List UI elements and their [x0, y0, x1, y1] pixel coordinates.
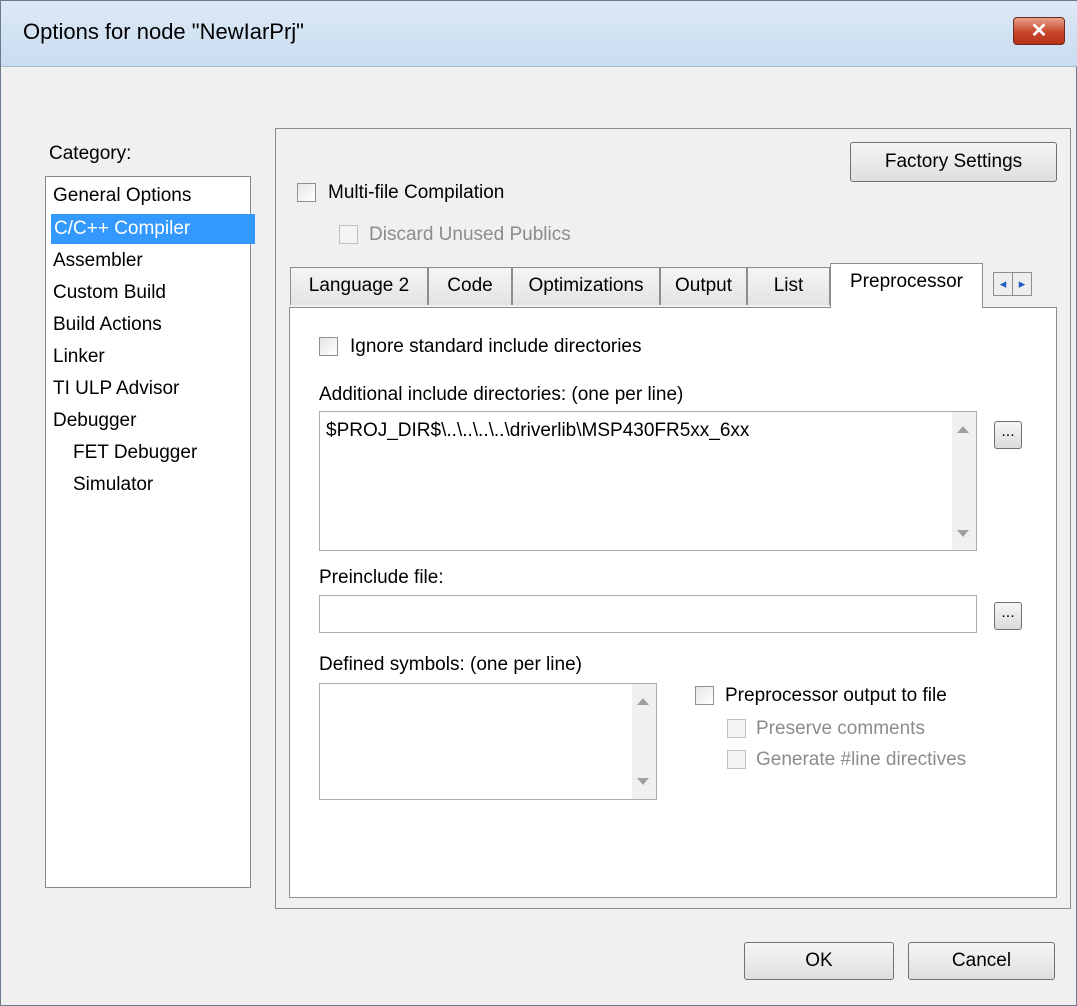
scroll-down-icon [637, 778, 649, 785]
discard-unused-publics-label: Discard Unused Publics [369, 224, 571, 245]
category-item-assembler[interactable]: Assembler [50, 246, 146, 276]
chevron-right-icon: ▸ [1018, 276, 1026, 291]
tab-output[interactable]: Output [660, 267, 747, 305]
category-item-custom-build[interactable]: Custom Build [50, 278, 169, 308]
category-list[interactable]: General Options C/C++ Compiler Assembler… [45, 176, 255, 888]
include-dirs-browse-button[interactable]: ... [994, 421, 1022, 449]
category-item-ti-ulp-advisor[interactable]: TI ULP Advisor [50, 374, 182, 404]
category-item-simulator[interactable]: Simulator [70, 470, 156, 500]
defined-symbols-label: Defined symbols: (one per line) [319, 654, 582, 675]
category-item-c-cpp-compiler[interactable]: C/C++ Compiler [51, 214, 255, 244]
tab-scroll-left-button[interactable]: ◂ [993, 272, 1013, 296]
tab-scroll-buttons: ◂ ▸ [993, 272, 1033, 296]
defined-symbols-scrollbar[interactable] [632, 684, 656, 799]
scroll-up-icon [637, 698, 649, 705]
ignore-std-include-checkbox[interactable] [319, 337, 338, 356]
preserve-comments-label: Preserve comments [756, 718, 925, 739]
chevron-left-icon: ◂ [999, 276, 1007, 291]
preserve-comments-checkbox[interactable] [727, 719, 746, 738]
window-title: Options for node "NewIarPrj" [23, 19, 304, 44]
category-item-debugger[interactable]: Debugger [50, 406, 139, 436]
category-item-build-actions[interactable]: Build Actions [50, 310, 165, 340]
preprocessor-output-label: Preprocessor output to file [725, 685, 947, 706]
tab-language-2[interactable]: Language 2 [290, 267, 428, 305]
tab-scroll-right-button[interactable]: ▸ [1012, 272, 1032, 296]
tab-code[interactable]: Code [428, 267, 512, 305]
include-dirs-scrollbar[interactable] [952, 412, 976, 550]
preprocessor-output-checkbox[interactable] [695, 686, 714, 705]
category-label: Category: [49, 143, 132, 164]
ignore-std-include-label: Ignore standard include directories [350, 336, 642, 357]
preinclude-input[interactable] [319, 595, 977, 633]
include-dirs-label: Additional include directories: (one per… [319, 384, 684, 405]
defined-symbols-textarea[interactable] [319, 683, 657, 800]
close-button[interactable]: ✕ [1013, 17, 1065, 45]
category-item-general-options[interactable]: General Options [50, 181, 194, 211]
include-dirs-value: $PROJ_DIR$\..\..\..\..\driverlib\MSP430F… [326, 420, 750, 441]
include-dirs-textarea[interactable]: $PROJ_DIR$\..\..\..\..\driverlib\MSP430F… [319, 411, 977, 551]
multifile-compilation-checkbox[interactable] [297, 183, 316, 202]
multifile-compilation-label: Multi-file Compilation [328, 182, 505, 203]
preinclude-browse-button[interactable]: ... [994, 602, 1022, 630]
close-icon: ✕ [1030, 20, 1048, 42]
options-dialog: Options for node "NewIarPrj" ✕ Category:… [0, 0, 1077, 1006]
discard-unused-publics-checkbox[interactable] [339, 225, 358, 244]
tab-optimizations[interactable]: Optimizations [512, 267, 660, 305]
ok-button[interactable]: OK [744, 942, 894, 980]
tab-list[interactable]: List [747, 267, 830, 305]
category-item-linker[interactable]: Linker [50, 342, 108, 372]
cancel-button[interactable]: Cancel [908, 942, 1055, 980]
line-directives-label: Generate #line directives [756, 749, 967, 770]
category-item-fet-debugger[interactable]: FET Debugger [70, 438, 200, 468]
factory-settings-button[interactable]: Factory Settings [850, 142, 1057, 182]
preinclude-label: Preinclude file: [319, 567, 444, 588]
title-bar[interactable]: Options for node "NewIarPrj" ✕ [1, 1, 1077, 67]
tab-preprocessor[interactable]: Preprocessor [830, 263, 983, 308]
scroll-up-icon [957, 426, 969, 433]
scroll-down-icon [957, 530, 969, 537]
line-directives-checkbox[interactable] [727, 750, 746, 769]
